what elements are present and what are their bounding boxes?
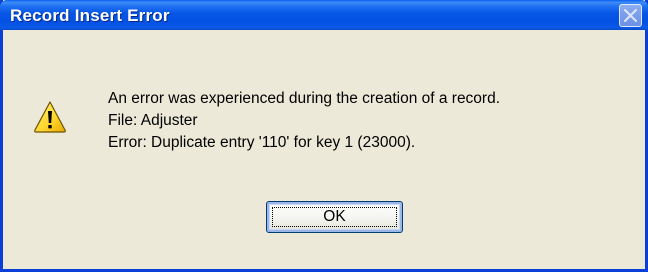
dialog-title: Record Insert Error (10, 6, 170, 25)
title-bar[interactable]: Record Insert Error (0, 0, 648, 30)
ok-button-label: OK (323, 208, 346, 225)
close-button[interactable] (619, 4, 642, 27)
close-icon (624, 9, 637, 22)
ok-button[interactable]: OK (266, 201, 403, 233)
message-line: Error: Duplicate entry '110' for key 1 (… (108, 134, 416, 151)
warning-icon (34, 101, 66, 133)
message-line: File: Adjuster (108, 112, 198, 129)
message-line: An error was experienced during the crea… (108, 90, 501, 107)
error-message: An error was experienced during the crea… (108, 88, 500, 154)
error-dialog: Record Insert Error An error was experie… (0, 0, 648, 272)
